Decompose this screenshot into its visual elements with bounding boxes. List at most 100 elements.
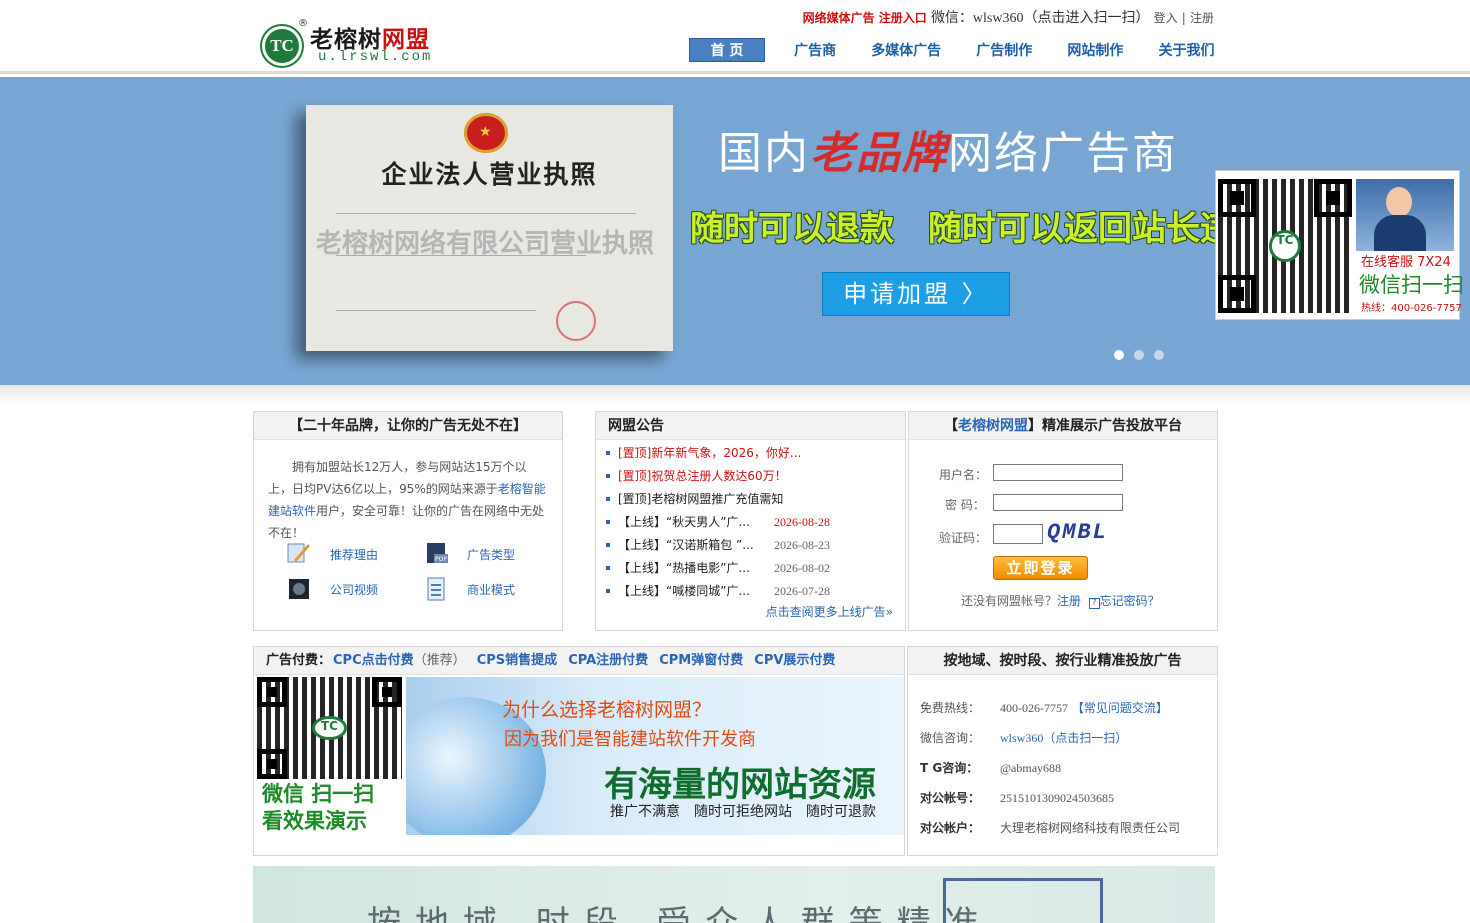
contact-row: 微信咨询： wlsw360（点击扫一扫） bbox=[920, 731, 1128, 745]
pager-dot-3[interactable] bbox=[1154, 350, 1164, 360]
targeting-banner-text: 按地域 时段 受众人群等精准 bbox=[367, 896, 993, 923]
panel-title: 广告付费： CPC点击付费（推荐） CPS销售提成 CPA注册付费 CPM弹窗付费… bbox=[254, 647, 904, 675]
targeting-banner[interactable]: 按地域 时段 受众人群等精准 bbox=[253, 866, 1215, 923]
pager-dot-2[interactable] bbox=[1134, 350, 1144, 360]
nav-advertisers[interactable]: 广告商 bbox=[794, 39, 836, 63]
pager-dot-1[interactable] bbox=[1114, 350, 1124, 360]
wechat-link[interactable]: 微信：wlsw360（点击进入扫一扫） bbox=[931, 11, 1150, 26]
qr-logo-icon: TC bbox=[1268, 229, 1302, 263]
network-name-link[interactable]: 老榕树网盟 bbox=[958, 418, 1028, 434]
cpv-link[interactable]: CPV展示付费 bbox=[754, 653, 835, 668]
banner-graphic bbox=[943, 878, 1103, 923]
ad-main-text: 有海量的网站资源 bbox=[604, 765, 876, 805]
cpm-link[interactable]: CPM弹窗付费 bbox=[659, 653, 743, 668]
video-icon bbox=[289, 579, 309, 599]
panel-title: 【二十年品牌，让你的广告无处不在】 bbox=[254, 412, 562, 440]
ad-subheadline: 因为我们是智能建站软件开发商 bbox=[504, 729, 756, 750]
list-item[interactable]: [置顶]老榕树网盟推广充值需知 bbox=[606, 488, 896, 511]
national-emblem-icon: ★ bbox=[464, 113, 508, 153]
ad-footnote: 推广不满意 随时可拒绝网站 随时可退款 bbox=[610, 804, 876, 820]
faq-link[interactable]: 【常见问题交流】 bbox=[1072, 701, 1168, 715]
site-header: TC ® 老榕树网盟 u.lrswl.com 网络媒体广告 注册入口 微信：wl… bbox=[0, 0, 1470, 74]
list-item[interactable]: 【上线】“秋天男人”广... 2026-08-28 bbox=[606, 511, 896, 534]
list-item[interactable]: [置顶]祝贺总注册人数达60万！ bbox=[606, 465, 896, 488]
password-input[interactable] bbox=[993, 494, 1123, 511]
captcha-input[interactable] bbox=[993, 524, 1043, 544]
registered-mark: ® bbox=[298, 18, 308, 29]
panel-title: 【老榕树网盟】精准展示广告投放平台 bbox=[909, 412, 1217, 440]
wechat-scan-label: 微信扫一扫 bbox=[1359, 273, 1464, 297]
site-logo[interactable]: TC ® 老榕树网盟 u.lrswl.com bbox=[262, 18, 452, 66]
apply-join-button[interactable]: 申请加盟 〉 bbox=[822, 272, 1010, 316]
contact-row: T G咨询： @abmay688 bbox=[920, 761, 1062, 775]
cpa-link[interactable]: CPA注册付费 bbox=[568, 653, 648, 668]
contact-panel: 按地域、按时段、按行业精准投放广告 免费热线： 400-026-7757 【常见问… bbox=[907, 646, 1218, 856]
qr-finder bbox=[1218, 179, 1256, 217]
list-item[interactable]: [置顶]新年新气象，2026，你好... bbox=[606, 442, 896, 465]
red-seal-icon bbox=[556, 301, 596, 341]
hotline-label: 热线：400-026-7757 bbox=[1361, 303, 1462, 314]
business-model-link[interactable]: 商业模式 bbox=[467, 581, 515, 598]
panel-register-link[interactable]: 注册 bbox=[1057, 594, 1081, 608]
ad-types-link[interactable]: 广告类型 bbox=[467, 546, 515, 563]
nav-home[interactable]: 首 页 bbox=[689, 38, 765, 62]
qr-finder bbox=[1218, 275, 1256, 313]
login-button[interactable]: 立即登录 bbox=[993, 556, 1088, 580]
banner-pager bbox=[1114, 345, 1174, 364]
captcha-image[interactable]: QMBL bbox=[1047, 520, 1147, 548]
cpc-link[interactable]: CPC点击付费 bbox=[333, 653, 414, 668]
demo-qr-code[interactable]: TC bbox=[257, 677, 402, 779]
license-line bbox=[336, 310, 536, 311]
announcement-list: [置顶]新年新气象，2026，你好... [置顶]祝贺总注册人数达60万！ [置… bbox=[606, 442, 896, 603]
nav-about-us[interactable]: 关于我们 bbox=[1158, 39, 1214, 63]
nav-website-production[interactable]: 网站制作 bbox=[1067, 39, 1123, 63]
qr-finder bbox=[257, 749, 287, 779]
register-prompt: 还没有网盟帐号？注册 ? 忘记密码？ bbox=[961, 594, 1160, 609]
register-link[interactable]: 注册 bbox=[1190, 11, 1214, 25]
cps-link[interactable]: CPS销售提成 bbox=[477, 653, 557, 668]
banner-slogan: 国内老品牌网络广告商 bbox=[718, 128, 1178, 179]
list-item[interactable]: 【上线】“喊楼同城”广... 2026-07-28 bbox=[606, 580, 896, 603]
wechat-consult-link[interactable]: wlsw360（点击扫一扫） bbox=[1000, 731, 1127, 745]
top-links: 网络媒体广告 注册入口 微信：wlsw360（点击进入扫一扫） 登入 | 注册 bbox=[803, 7, 1214, 27]
floating-service-qr[interactable]: TC 在线客服 7X24 微信扫一扫 热线：400-026-7757 bbox=[1215, 170, 1464, 320]
logo-domain: u.lrswl.com bbox=[318, 49, 433, 65]
recommend-reason-link[interactable]: 推荐理由 bbox=[330, 546, 378, 563]
qr-finder bbox=[372, 677, 402, 707]
media-ad-register-link[interactable]: 网络媒体广告 注册入口 bbox=[803, 11, 927, 25]
more-ads-link[interactable]: 点击查阅更多上线广告» bbox=[766, 603, 893, 620]
list-item[interactable]: 【上线】“汉诺斯箱包 ”... 2026-08-23 bbox=[606, 534, 896, 557]
item-date: 2026-08-23 bbox=[774, 538, 830, 552]
username-input[interactable] bbox=[993, 464, 1123, 481]
item-date: 2026-08-02 bbox=[774, 561, 830, 575]
business-license-image: ★ 企业法人营业执照 老榕树网络有限公司营业执照 bbox=[306, 105, 673, 351]
login-link[interactable]: 登入 bbox=[1154, 11, 1178, 25]
nav-ad-production[interactable]: 广告制作 bbox=[976, 39, 1032, 63]
panel-title: 网盟公告 bbox=[596, 412, 905, 440]
pop-ad-icon: POP bbox=[427, 543, 448, 563]
page: TC ® 老榕树网盟 u.lrswl.com 网络媒体广告 注册入口 微信：wl… bbox=[0, 0, 1470, 923]
qr-finder bbox=[257, 677, 287, 707]
svg-text:POP: POP bbox=[435, 556, 447, 563]
nav-multimedia-ads[interactable]: 多媒体广告 bbox=[871, 39, 941, 63]
online-service-label: 在线客服 7X24 bbox=[1361, 255, 1451, 270]
contact-row: 对公帐户： 大理老榕树网络科技有限责任公司 bbox=[920, 821, 1181, 835]
wechat-qr-code: TC bbox=[1218, 179, 1352, 313]
top-link-separator: | bbox=[1181, 11, 1186, 25]
contact-row: 免费热线： 400-026-7757 【常见问题交流】 bbox=[920, 701, 1168, 715]
login-panel: 【老榕树网盟】精准展示广告投放平台 用户名： 密 码： 验证码： QMBL 立即… bbox=[908, 411, 1218, 631]
company-video-link[interactable]: 公司视频 bbox=[330, 581, 378, 598]
qr-finder bbox=[1314, 179, 1352, 217]
forgot-password-link[interactable]: 忘记密码？ bbox=[1100, 594, 1160, 608]
item-date: 2026-07-28 bbox=[774, 584, 830, 598]
why-choose-us-banner[interactable]: 为什么选择老榕树网盟？ 因为我们是智能建站软件开发商 有海量的网站资源 推广不满… bbox=[406, 677, 904, 835]
panel-title: 按地域、按时段、按行业精准投放广告 bbox=[908, 647, 1217, 675]
payment-types-panel: 广告付费： CPC点击付费（推荐） CPS销售提成 CPA注册付费 CPM弹窗付费… bbox=[253, 646, 905, 856]
captcha-label: 验证码： bbox=[939, 531, 988, 545]
list-item[interactable]: 【上线】“热播电影”广... 2026-08-02 bbox=[606, 557, 896, 580]
contact-row: 对公帐号： 2515101309024503685 bbox=[920, 791, 1114, 805]
announcements-panel: 网盟公告 [置顶]新年新气象，2026，你好... [置顶]祝贺总注册人数达60… bbox=[595, 411, 906, 631]
pen-icon bbox=[287, 543, 310, 563]
brand-intro-text: 拥有加盟站长12万人，参与网站达15万个以上，日均PV达6亿以上，95%的网站来… bbox=[268, 460, 546, 540]
qr-logo-icon: TC bbox=[312, 715, 347, 741]
